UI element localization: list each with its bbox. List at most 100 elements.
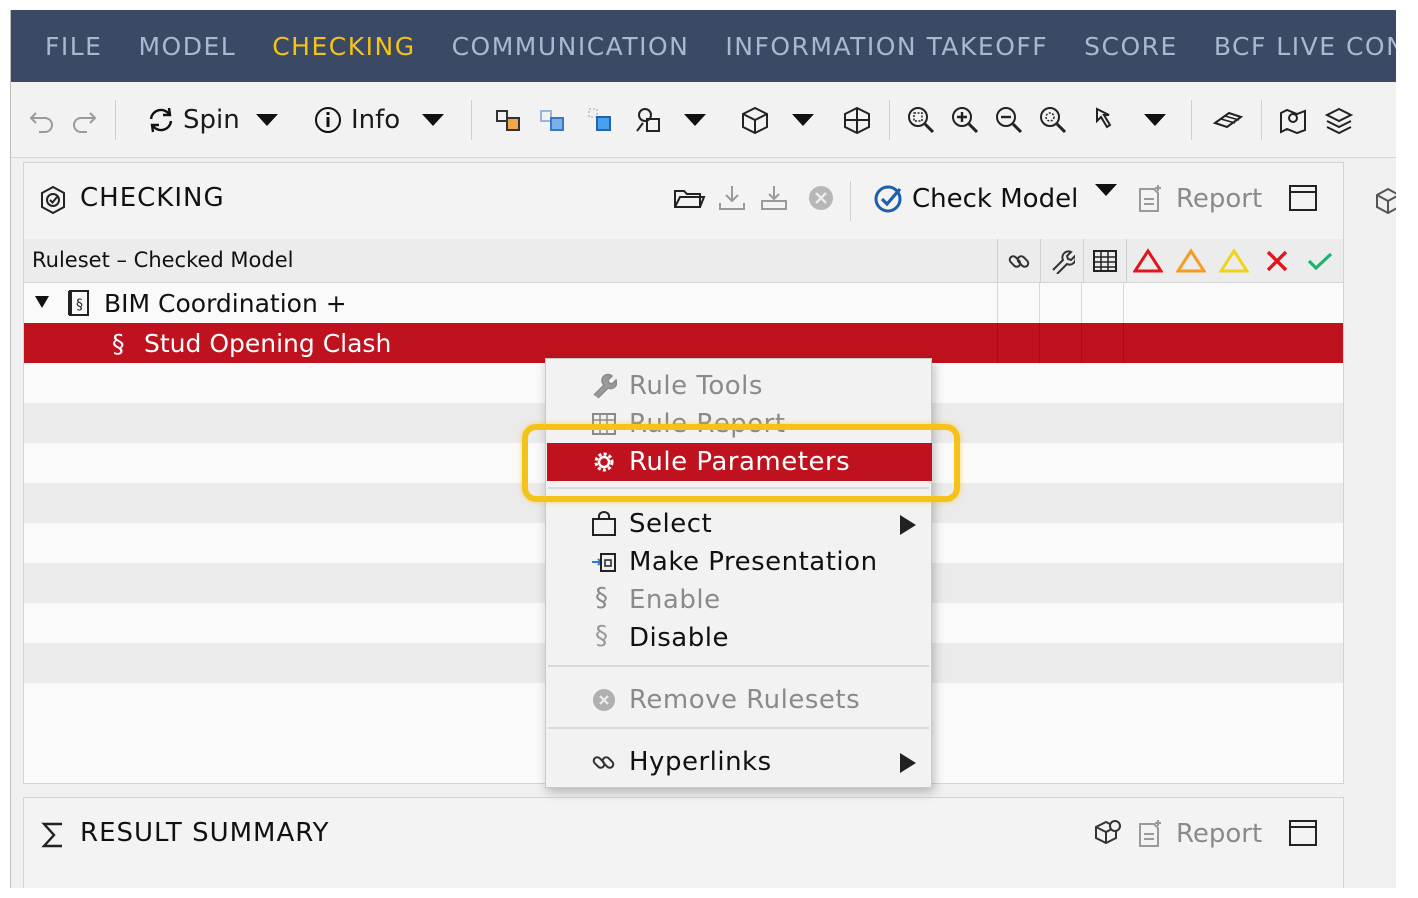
major-column[interactable] (1169, 239, 1212, 283)
main-menubar: FILE MODEL CHECKING COMMUNICATION INFORM… (11, 10, 1396, 82)
map-pin-icon (1280, 108, 1306, 135)
zoom-selected-button[interactable] (1037, 102, 1069, 138)
report-icon (1139, 185, 1161, 212)
window-maximize-icon (1289, 185, 1317, 211)
download-tray-icon (761, 186, 787, 210)
info-dropdown[interactable] (421, 102, 445, 138)
components-orange-icon (496, 110, 520, 131)
map-button[interactable] (1277, 102, 1309, 138)
menu-disable[interactable]: § Disable (547, 619, 932, 657)
check-model-dropdown[interactable] (1094, 183, 1118, 197)
zoom-selected-icon (1040, 107, 1067, 134)
layers-button[interactable] (1323, 102, 1355, 138)
summary-report-button[interactable]: Report (1136, 818, 1262, 850)
import-ruleset-button[interactable] (716, 183, 748, 213)
visibility-button[interactable] (633, 102, 667, 138)
tools-column[interactable] (1040, 239, 1083, 283)
visibility-dropdown[interactable] (683, 102, 707, 138)
menu-remove-rulesets[interactable]: Remove Rulesets (547, 681, 932, 719)
result-summary-title: RESULT SUMMARY (80, 818, 330, 848)
zoom-in-icon (952, 107, 979, 134)
info-label: Info (351, 105, 401, 135)
show-selected-button[interactable] (537, 102, 569, 138)
measure-button[interactable] (1091, 102, 1121, 138)
menu-select[interactable]: Select (547, 505, 932, 543)
redo-button[interactable] (69, 102, 99, 138)
summary-maximize-button[interactable] (1288, 818, 1318, 848)
table-column[interactable] (1083, 239, 1126, 283)
zoom-in-button[interactable] (949, 102, 981, 138)
sigma-icon (38, 820, 68, 854)
open-ruleset-button[interactable] (672, 183, 706, 213)
wrench-icon (1052, 250, 1075, 274)
presentation-icon (592, 553, 616, 572)
section-button[interactable] (841, 102, 873, 138)
remove-ruleset-button[interactable] (806, 183, 836, 213)
layers-icon (1324, 107, 1354, 135)
rule-row-selected[interactable]: § Stud Opening Clash (24, 323, 1343, 363)
menu-make-presentation[interactable]: Make Presentation (547, 543, 932, 581)
view-3d-button[interactable] (739, 102, 771, 138)
zoom-out-button[interactable] (993, 102, 1025, 138)
download-icon (719, 186, 745, 210)
info-button[interactable]: Info (313, 102, 400, 138)
menu-enable[interactable]: § Enable (547, 581, 932, 619)
export-ruleset-button[interactable] (758, 183, 790, 213)
isolate-button[interactable] (585, 102, 617, 138)
undo-button[interactable] (27, 102, 57, 138)
show-components-button[interactable] (493, 102, 525, 138)
menu-rule-tools[interactable]: Rule Tools (547, 367, 932, 405)
submenu-arrow-icon (900, 753, 916, 773)
spin-dropdown[interactable] (255, 102, 279, 138)
ruleset-row[interactable]: § BIM Coordination + (24, 283, 1343, 323)
menu-file[interactable]: FILE (45, 32, 102, 61)
floor-plan-button[interactable] (1211, 102, 1245, 138)
report-label: Report (1176, 184, 1263, 214)
maximize-panel-button[interactable] (1288, 183, 1318, 213)
undo-icon (29, 112, 53, 133)
checking-icon (38, 185, 68, 219)
menu-communication[interactable]: COMMUNICATION (452, 32, 690, 61)
menu-information-takeoff[interactable]: INFORMATION TAKEOFF (725, 32, 1048, 61)
link-icon (1008, 255, 1030, 268)
zoom-fit-button[interactable] (905, 102, 937, 138)
moderate-column[interactable] (1212, 239, 1255, 283)
window-maximize-icon (1289, 820, 1317, 846)
chevron-down-icon (684, 114, 706, 126)
check-model-button[interactable]: Check Model (872, 183, 1078, 215)
checking-panel-header: CHECKING Check Model Report (24, 163, 1343, 239)
accepted-column[interactable] (1298, 239, 1341, 283)
menu-hyperlinks[interactable]: Hyperlinks (547, 743, 932, 781)
menu-score[interactable]: SCORE (1084, 32, 1178, 61)
section-icon: § (595, 583, 609, 613)
hyperlink-column[interactable] (997, 239, 1040, 283)
floor-plan-icon (1212, 111, 1244, 129)
cube-icon (742, 106, 768, 135)
remove-circle-icon (809, 186, 833, 210)
rule-label: Stud Opening Clash (144, 329, 392, 358)
critical-triangle-icon (1133, 248, 1163, 273)
summary-cube-icon (1095, 820, 1121, 845)
chevron-down-icon (1144, 114, 1166, 126)
side-panel-toggle[interactable] (1373, 186, 1396, 220)
expand-triangle-icon[interactable] (34, 295, 50, 309)
shopping-bag-icon (592, 511, 616, 536)
menu-bcf-live-connect[interactable]: BCF LIVE CONI (1214, 32, 1396, 61)
view-3d-dropdown[interactable] (791, 102, 815, 138)
measure-dropdown[interactable] (1143, 102, 1167, 138)
menu-model[interactable]: MODEL (138, 32, 236, 61)
rejected-column[interactable] (1255, 239, 1298, 283)
ruleset-column-header: Ruleset – Checked Model (24, 239, 1343, 283)
spin-button[interactable]: Spin (145, 102, 240, 138)
menu-checking[interactable]: CHECKING (272, 32, 415, 61)
svg-text:§: § (76, 297, 83, 313)
rule-context-menu: Rule Tools Rule Report Rule Parameters S… (545, 358, 932, 788)
chevron-down-icon (1095, 184, 1117, 196)
major-triangle-icon (1175, 248, 1206, 273)
report-button[interactable]: Report (1136, 183, 1262, 215)
pointer-icon (1096, 107, 1112, 129)
critical-column[interactable] (1126, 239, 1169, 283)
components-blue-icon (540, 110, 564, 131)
ruleset-label: BIM Coordination + (104, 289, 347, 318)
summary-refresh-button[interactable] (1092, 818, 1124, 848)
